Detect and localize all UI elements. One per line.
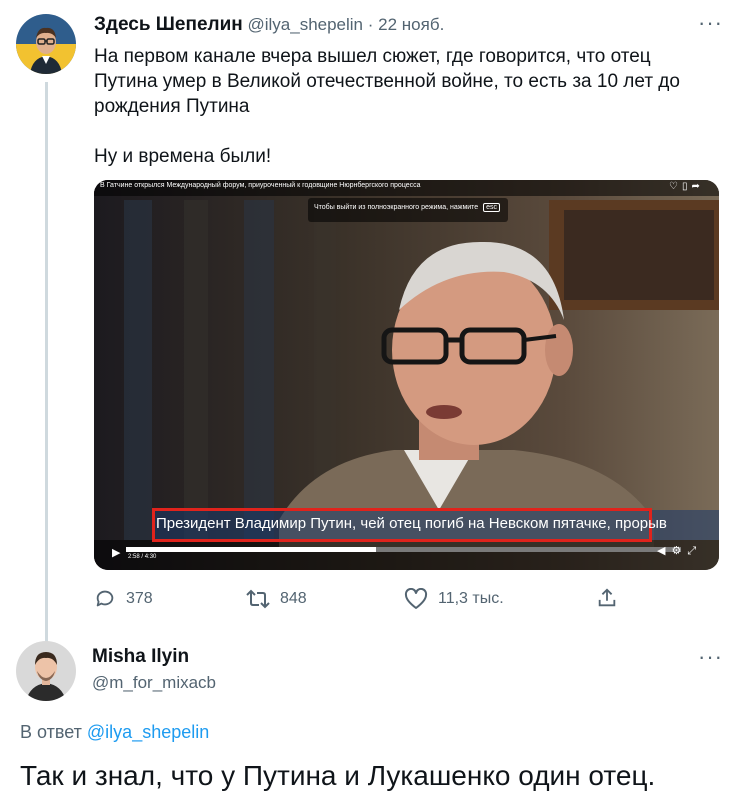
share-action[interactable] xyxy=(596,587,618,609)
reply-count: 378 xyxy=(126,590,153,607)
video-time: 2:58 / 4:30 xyxy=(128,554,157,560)
retweet-icon xyxy=(246,589,270,609)
dot-separator: · xyxy=(367,15,374,34)
tweet-date[interactable]: 22 нояб. xyxy=(378,15,444,34)
thread-line xyxy=(45,82,48,642)
reply-avatar[interactable] xyxy=(16,641,76,701)
progress-played xyxy=(126,547,376,552)
esc-key: esc xyxy=(483,203,501,212)
video-subtitle: Президент Владимир Путин, чей отец погиб… xyxy=(156,515,667,532)
play-icon[interactable]: ▶ xyxy=(112,546,120,559)
video-control-icons: ◀⚙⤢ xyxy=(657,544,702,558)
in-reply-to: В ответ @ilya_shepelin xyxy=(20,722,209,743)
retweet-action[interactable]: 848 xyxy=(246,588,307,610)
in-reply-prefix: В ответ xyxy=(20,722,82,742)
fullscreen-hint-text: Чтобы выйти из полноэкранного режима, на… xyxy=(314,204,479,211)
reply-more-icon[interactable]: ··· xyxy=(698,644,723,670)
progress-remaining[interactable] xyxy=(375,547,681,552)
tweet-video[interactable]: В Гатчине открылся Международный форум, … xyxy=(94,180,719,570)
retweet-count: 848 xyxy=(280,590,307,607)
author-handle[interactable]: @ilya_shepelin xyxy=(247,15,363,34)
more-icon[interactable]: ··· xyxy=(698,10,723,36)
reply-author-name[interactable]: Misha Ilyin xyxy=(92,646,189,668)
in-reply-handle-link[interactable]: @ilya_shepelin xyxy=(87,722,209,742)
author-name[interactable]: Здесь Шепелин xyxy=(94,14,243,35)
share-icon xyxy=(598,588,616,607)
video-top-caption: В Гатчине открылся Международный форум, … xyxy=(100,182,421,189)
time-total: 4:30 xyxy=(144,554,157,560)
reply-text: Так и знал, что у Путина и Лукашенко оди… xyxy=(20,760,656,791)
fullscreen-icon[interactable]: ⤢ xyxy=(687,545,702,557)
tweet-header: Здесь Шепелин @ilya_shepelin · 22 нояб. xyxy=(94,14,444,36)
like-action[interactable]: 11,3 тыс. xyxy=(404,588,504,610)
fullscreen-hint: Чтобы выйти из полноэкранного режима, на… xyxy=(314,203,501,212)
tweet-text: На первом канале вчера вышел сюжет, где … xyxy=(94,46,680,167)
like-icon xyxy=(404,588,428,609)
like-count: 11,3 тыс. xyxy=(438,590,504,607)
settings-icon[interactable]: ⚙ xyxy=(671,545,687,557)
video-top-icons: ♡▯➦ xyxy=(669,181,704,192)
share-arrow-icon[interactable]: ➦ xyxy=(691,181,703,192)
reply-icon xyxy=(96,590,114,607)
reply-author-handle[interactable]: @m_for_mixacb xyxy=(92,673,216,693)
heart-outline-icon[interactable]: ♡ xyxy=(669,181,682,192)
volume-icon[interactable]: ◀ xyxy=(657,545,671,557)
reply-action[interactable]: 378 xyxy=(94,588,153,610)
time-current: 2:58 xyxy=(128,554,140,560)
author-avatar[interactable] xyxy=(16,14,76,74)
